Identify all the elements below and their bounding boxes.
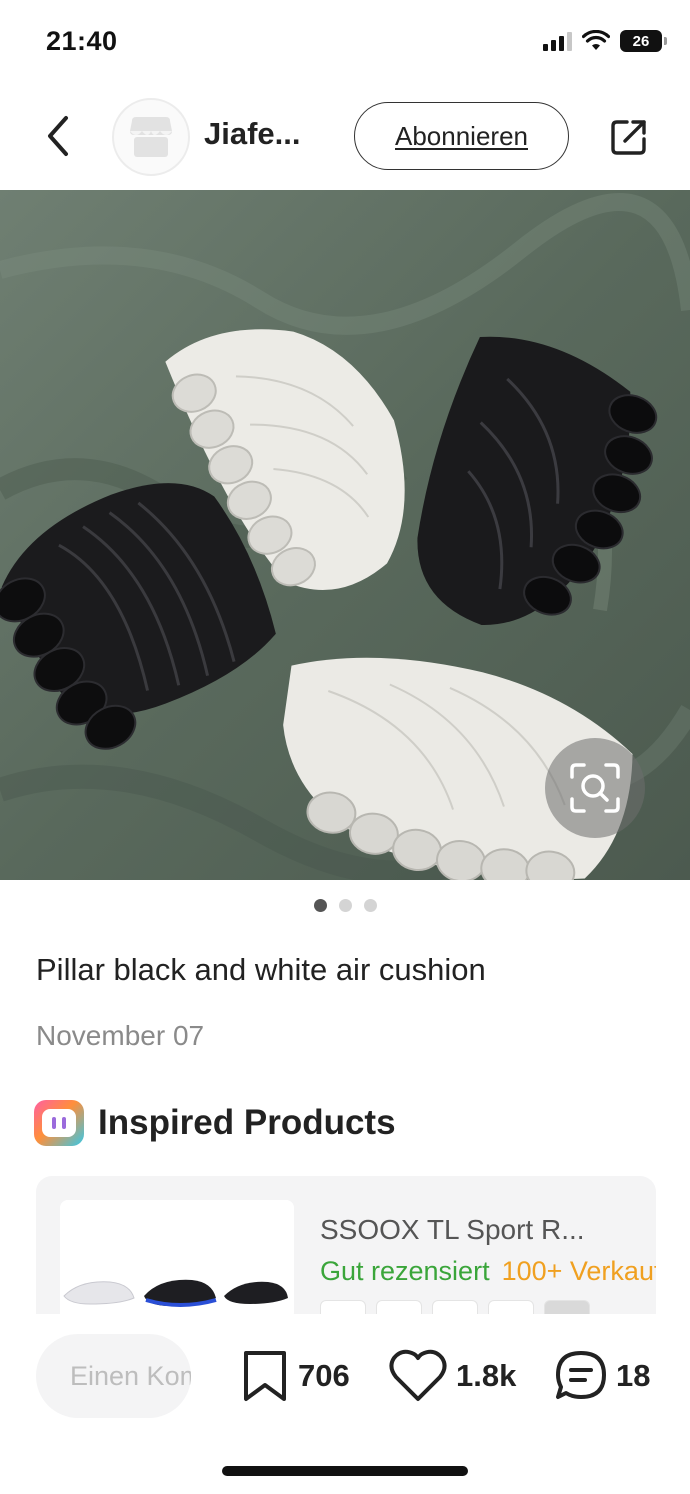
bottom-action-bar: Einen Kommentar schreiben 706 1.8k 18 — [0, 1314, 690, 1494]
product-thumbnail[interactable] — [60, 1200, 294, 1314]
battery-level: 26 — [632, 32, 650, 50]
visual-search-button[interactable] — [545, 738, 645, 838]
product-variants — [320, 1300, 590, 1314]
comment-button[interactable]: 18 — [554, 1348, 650, 1404]
post-date: November 07 — [36, 1020, 205, 1051]
share-button[interactable] — [606, 114, 652, 160]
tag-sales: 100+ Verkauft — [501, 1256, 656, 1286]
post-title: Pillar black and white air cushion — [36, 952, 486, 987]
save-button[interactable]: 706 — [240, 1348, 350, 1404]
variant-option[interactable] — [376, 1300, 422, 1314]
status-time: 21:40 — [46, 26, 118, 56]
comment-count: 18 — [616, 1358, 651, 1393]
like-button[interactable]: 1.8k — [388, 1348, 516, 1404]
visual-search-icon — [570, 763, 620, 813]
product-name[interactable]: SSOOX TL Sport R... — [320, 1214, 585, 1246]
pagination-dot-2[interactable] — [338, 899, 352, 912]
pagination-dot-3[interactable] — [363, 899, 377, 912]
product-tags: Gut rezensiert 100+ Verkauft — [320, 1256, 656, 1287]
store-avatar[interactable] — [112, 98, 190, 176]
product-image[interactable] — [0, 190, 690, 880]
signal-icon — [543, 31, 572, 51]
subscribe-button[interactable]: Abonnieren — [354, 102, 569, 170]
variant-option[interactable] — [544, 1300, 590, 1314]
save-count: 706 — [298, 1358, 350, 1393]
status-bar: 21:40 26 — [0, 0, 690, 84]
back-button[interactable] — [34, 110, 82, 162]
comment-input[interactable]: Einen Kommentar schreiben — [36, 1334, 191, 1418]
store-name[interactable]: Jiafe... — [204, 116, 301, 152]
share-icon — [611, 120, 646, 155]
product-thumbnail-image — [60, 1200, 294, 1314]
pagination-dot-1[interactable] — [313, 899, 327, 912]
image-pagination — [0, 899, 690, 912]
store-avatar-icon — [130, 117, 172, 157]
inspired-products-icon — [34, 1100, 84, 1146]
comment-icon — [556, 1351, 606, 1399]
variant-option[interactable] — [320, 1300, 366, 1314]
header: Jiafe... Abonnieren — [0, 92, 690, 180]
heart-icon — [389, 1349, 447, 1401]
back-arrow-icon — [48, 116, 68, 156]
variant-option[interactable] — [432, 1300, 478, 1314]
tag-reviewed: Gut rezensiert — [320, 1256, 490, 1286]
inspired-products-heading: Inspired Products — [34, 1100, 396, 1146]
home-indicator[interactable] — [222, 1466, 468, 1476]
like-count: 1.8k — [456, 1358, 517, 1393]
status-icons: 26 — [543, 30, 667, 52]
wifi-icon — [582, 30, 610, 50]
battery-icon: 26 — [620, 30, 667, 52]
variant-option[interactable] — [488, 1300, 534, 1314]
bookmark-icon — [244, 1351, 286, 1401]
inspired-products-title: Inspired Products — [98, 1103, 396, 1142]
product-card[interactable]: SSOOX TL Sport R... Gut rezensiert 100+ … — [36, 1176, 656, 1314]
